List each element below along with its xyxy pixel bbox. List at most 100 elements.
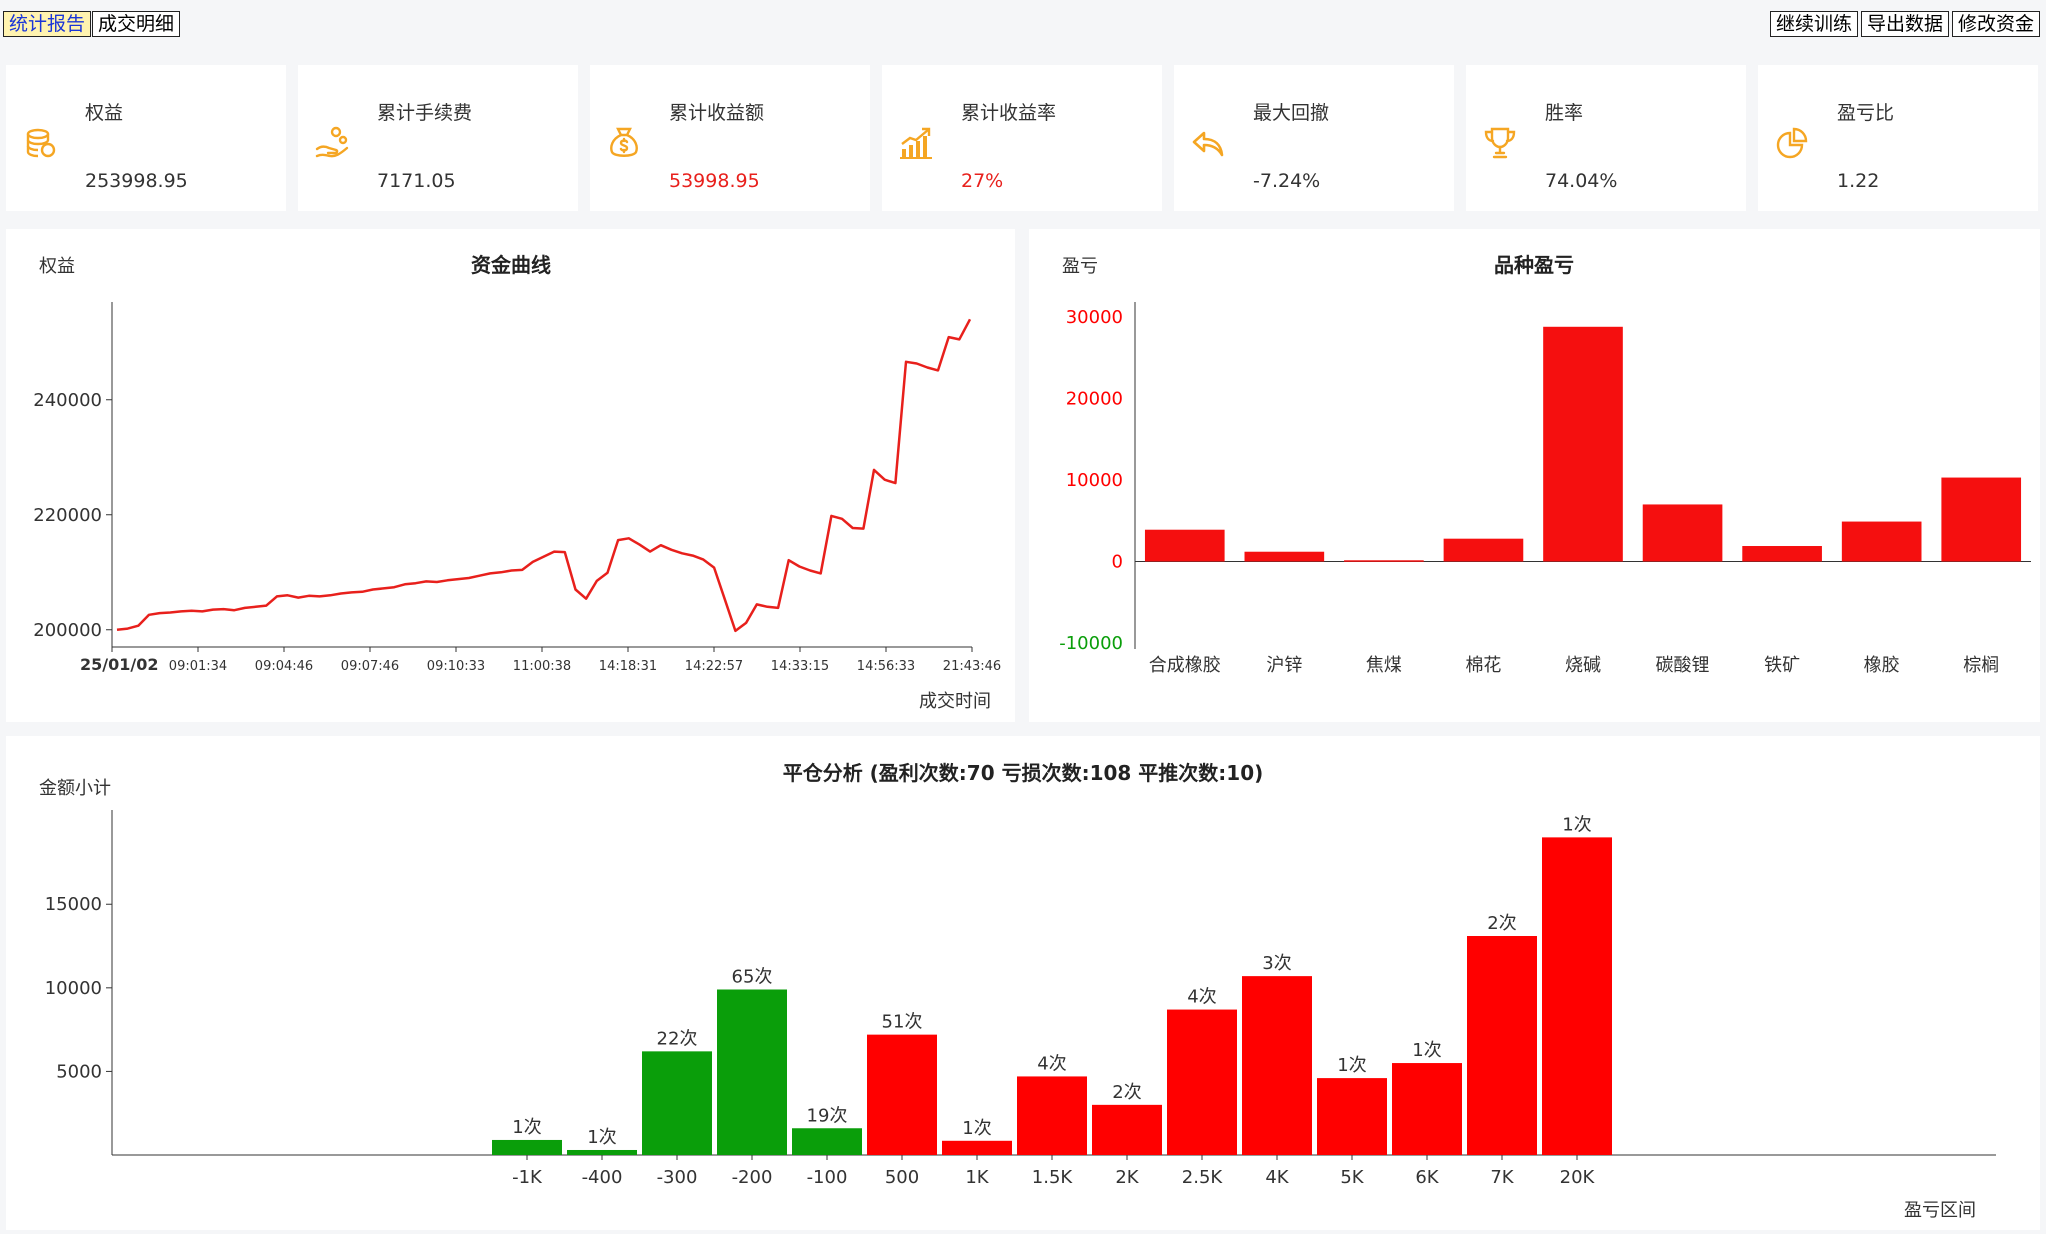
variety-y-tick-label: 0 xyxy=(1112,552,1123,573)
stat-card-max-drawdown: 最大回撤 -7.24% xyxy=(1174,65,1454,211)
variety-bar[interactable] xyxy=(1244,551,1325,562)
continue-training-button[interactable]: 继续训练 xyxy=(1769,11,1858,37)
variety-bar[interactable] xyxy=(1543,326,1623,562)
stat-card-equity: 权益 253998.95 xyxy=(6,65,286,211)
bar-growth-icon xyxy=(900,127,932,159)
variety-category-label: 棕榈 xyxy=(1963,655,1999,676)
equity-x-tick-label: 21:43:46 xyxy=(943,659,1001,674)
variety-category-label: 橡胶 xyxy=(1864,655,1900,676)
equity-y-tick-label: 220000 xyxy=(33,505,102,526)
action-buttons: 继续训练 导出数据 修改资金 xyxy=(1767,11,2040,37)
coins-icon xyxy=(26,128,56,158)
close-bar-count-label: 51次 xyxy=(882,1012,923,1033)
tab-trade-details[interactable]: 成交明细 xyxy=(92,11,181,37)
close-bar[interactable] xyxy=(942,1140,1012,1155)
close-bar[interactable] xyxy=(1092,1104,1162,1155)
close-bar[interactable] xyxy=(867,1034,937,1155)
close-bar[interactable] xyxy=(1242,976,1312,1155)
stat-label: 累计手续费 xyxy=(377,102,473,124)
stat-value: -7.24% xyxy=(1253,170,1321,192)
stat-value: 253998.95 xyxy=(85,170,188,192)
close-bar[interactable] xyxy=(567,1149,637,1155)
stat-label: 最大回撤 xyxy=(1253,102,1330,124)
stat-card-win-rate: 胜率 74.04% xyxy=(1466,65,1746,211)
variety-y-tick-label: 10000 xyxy=(1066,470,1123,491)
stat-card-fees: 累计手续费 7171.05 xyxy=(298,65,578,211)
report-tabs: 统计报告 成交明细 xyxy=(3,11,181,37)
close-x-tick-label: 5K xyxy=(1340,1167,1364,1188)
equity-x-tick-label: 14:56:33 xyxy=(857,659,915,674)
variety-chart-title: 品种盈亏 xyxy=(1494,253,1574,277)
equity-line-series xyxy=(116,318,972,633)
close-bar-count-label: 65次 xyxy=(732,967,773,988)
stat-label: 盈亏比 xyxy=(1837,102,1895,124)
stat-value: 74.04% xyxy=(1545,170,1618,192)
close-bar-count-label: 4次 xyxy=(1187,987,1216,1008)
variety-bar[interactable] xyxy=(1742,546,1822,562)
close-bar[interactable] xyxy=(1167,1009,1237,1155)
close-bar-count-label: 1次 xyxy=(962,1118,991,1139)
equity-x-tick-label: 09:01:34 xyxy=(169,659,227,674)
variety-y-tick-label: 30000 xyxy=(1066,307,1123,328)
stat-label: 累计收益率 xyxy=(961,102,1057,124)
close-x-tick-label: 20K xyxy=(1560,1167,1596,1188)
variety-category-label: 铁矿 xyxy=(1764,655,1800,676)
money-bag-icon xyxy=(610,127,638,157)
close-y-tick-label: 15000 xyxy=(45,894,102,915)
close-bar[interactable] xyxy=(492,1139,562,1155)
close-bar[interactable] xyxy=(1542,837,1612,1155)
close-analysis-panel: 金额小计 平仓分析 (盈利次数:70 亏损次数:108 平推次数:10) 盈亏区… xyxy=(6,736,2040,1230)
close-bar-count-label: 2次 xyxy=(1487,913,1516,934)
variety-bar[interactable] xyxy=(1344,560,1424,562)
close-y-axis-label: 金额小计 xyxy=(39,778,111,799)
variety-category-label: 棉花 xyxy=(1465,655,1501,676)
variety-bar[interactable] xyxy=(1841,521,1922,562)
equity-x-tick-label: 09:10:33 xyxy=(427,659,485,674)
close-bar-count-label: 1次 xyxy=(587,1127,616,1148)
close-bar[interactable] xyxy=(717,989,787,1156)
close-x-tick-label: 2K xyxy=(1115,1167,1139,1188)
close-bar[interactable] xyxy=(1467,936,1537,1155)
close-x-tick-label: 1K xyxy=(965,1167,989,1188)
variety-category-label: 沪锌 xyxy=(1266,655,1302,676)
variety-category-label: 碳酸锂 xyxy=(1656,655,1710,676)
close-chart-title: 平仓分析 (盈利次数:70 亏损次数:108 平推次数:10) xyxy=(783,761,1264,785)
equity-y-tick-label: 240000 xyxy=(33,390,102,411)
close-bar-count-label: 4次 xyxy=(1037,1053,1066,1074)
close-bar[interactable] xyxy=(1017,1076,1087,1155)
stat-label: 胜率 xyxy=(1545,102,1584,124)
hand-coins-icon xyxy=(315,126,349,158)
close-bar-count-label: 1次 xyxy=(1412,1040,1441,1061)
close-bar-count-label: 1次 xyxy=(1337,1055,1366,1076)
stat-value: 1.22 xyxy=(1837,170,1880,192)
tab-statistics-report[interactable]: 统计报告 xyxy=(3,11,92,37)
close-bar-count-label: 19次 xyxy=(807,1105,848,1126)
equity-x-tick-label: 25/01/02 xyxy=(80,655,158,674)
close-bar[interactable] xyxy=(1317,1078,1387,1155)
close-x-tick-label: -300 xyxy=(657,1167,698,1188)
equity-x-tick-label: 09:07:46 xyxy=(341,659,399,674)
equity-x-tick-label: 14:22:57 xyxy=(685,659,743,674)
stat-value: 7171.05 xyxy=(377,170,456,192)
close-bar[interactable] xyxy=(792,1128,862,1155)
variety-y-tick-label: -10000 xyxy=(1059,633,1123,654)
stat-card-profit-amount: 累计收益额 53998.95 xyxy=(590,65,870,211)
equity-curve-panel: 权益 资金曲线 成交时间 200000 220000 240000 25/01/02… xyxy=(6,229,1015,722)
close-bar[interactable] xyxy=(1392,1063,1462,1155)
close-x-tick-label: -100 xyxy=(807,1167,848,1188)
modify-funds-button[interactable]: 修改资金 xyxy=(1951,11,2040,37)
export-data-button[interactable]: 导出数据 xyxy=(1860,11,1949,37)
variety-y-axis-label: 盈亏 xyxy=(1062,256,1098,277)
close-x-tick-label: 7K xyxy=(1490,1167,1514,1188)
variety-bar[interactable] xyxy=(1642,504,1723,562)
variety-bar[interactable] xyxy=(1443,538,1524,562)
close-x-tick-label: -200 xyxy=(732,1167,773,1188)
variety-bar[interactable] xyxy=(1144,529,1225,562)
close-x-tick-label: -1K xyxy=(512,1167,543,1188)
top-bar: 统计报告 成交明细 继续训练 导出数据 修改资金 xyxy=(0,0,2046,50)
equity-x-tick-label: 14:18:31 xyxy=(599,659,657,674)
close-bar[interactable] xyxy=(642,1051,712,1155)
variety-bar[interactable] xyxy=(1941,477,2022,562)
close-x-tick-label: 6K xyxy=(1415,1167,1439,1188)
close-y-tick-label: 5000 xyxy=(56,1061,102,1082)
